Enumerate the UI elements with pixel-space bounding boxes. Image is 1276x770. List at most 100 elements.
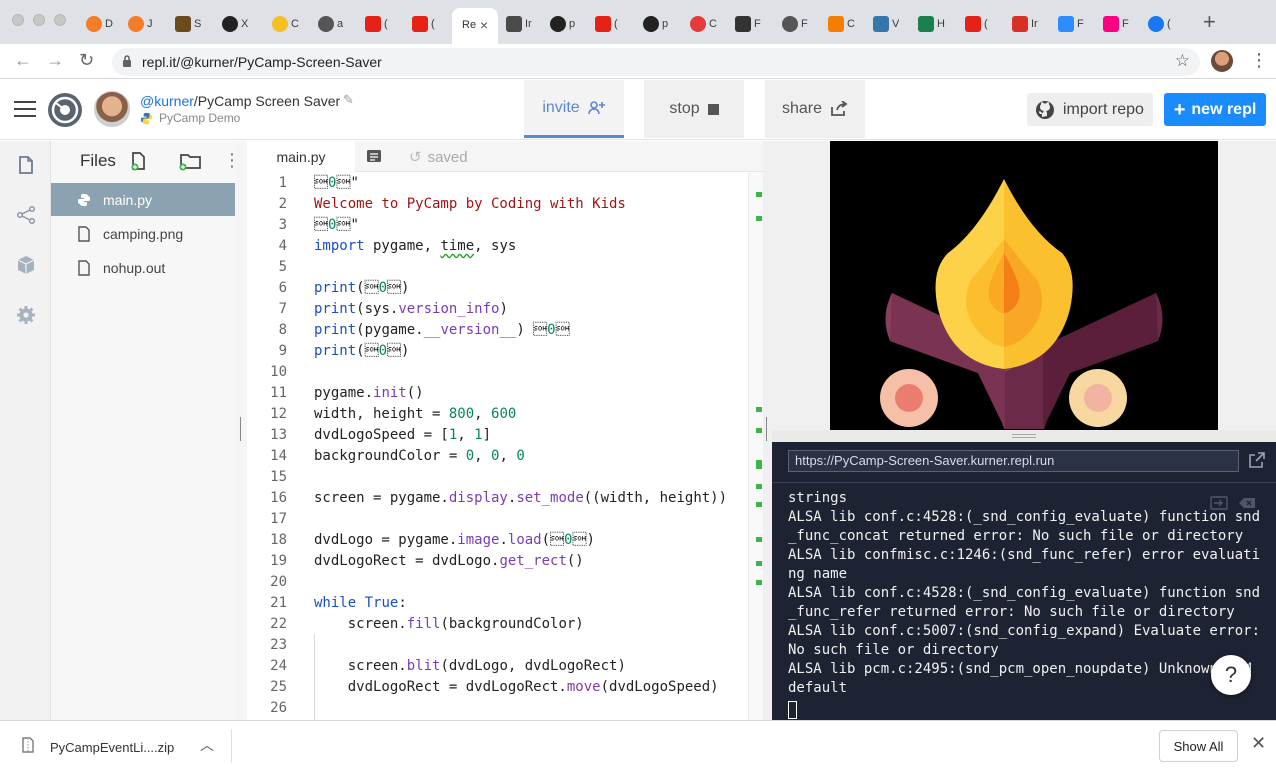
browser-tab[interactable]: F bbox=[782, 12, 808, 36]
edit-pencil-icon[interactable]: ✎ bbox=[343, 92, 354, 108]
browser-tab[interactable]: ( bbox=[595, 12, 618, 36]
browser-tab[interactable]: C bbox=[690, 12, 717, 36]
browser-tab[interactable]: J bbox=[128, 12, 153, 36]
browser-tab[interactable]: H bbox=[918, 12, 945, 36]
file-item-nohup-out[interactable]: nohup.out bbox=[51, 251, 235, 284]
browser-tab[interactable]: ( bbox=[412, 12, 435, 36]
browser-tab[interactable]: S bbox=[175, 12, 201, 36]
editor-output-splitter[interactable] bbox=[763, 141, 772, 720]
new-repl-button[interactable]: + new repl bbox=[1164, 93, 1266, 126]
browser-tab[interactable]: V bbox=[873, 12, 899, 36]
open-external-icon[interactable] bbox=[1248, 451, 1266, 469]
back-arrow-icon[interactable]: ← bbox=[14, 50, 32, 71]
browser-menu-icon[interactable]: ⋮ bbox=[1250, 50, 1268, 71]
file-item-main-py[interactable]: main.py bbox=[51, 183, 235, 216]
new-file-icon[interactable] bbox=[130, 151, 148, 171]
browser-tab[interactable]: a bbox=[318, 12, 343, 36]
repl-url-field[interactable]: https://PyCamp-Screen-Saver.kurner.repl.… bbox=[788, 450, 1239, 472]
code-line[interactable]: pygame.init() bbox=[314, 383, 424, 404]
files-icon[interactable] bbox=[16, 155, 36, 175]
code-line[interactable]: print(pygame.__version__) 0 bbox=[314, 320, 570, 341]
minimize-window-button[interactable] bbox=[33, 14, 45, 26]
repl-name[interactable]: /PyCamp Screen Saver bbox=[194, 93, 340, 109]
browser-tab[interactable]: C bbox=[272, 12, 299, 36]
browser-tab[interactable]: D bbox=[86, 12, 113, 36]
close-tab-icon[interactable]: × bbox=[480, 17, 488, 33]
code-line[interactable]: screen = pygame.display.set_mode((width,… bbox=[314, 488, 727, 509]
profile-avatar[interactable] bbox=[1211, 50, 1233, 72]
browser-tab[interactable]: p bbox=[643, 12, 668, 36]
code-line[interactable]: 0" bbox=[314, 215, 359, 236]
new-folder-icon[interactable] bbox=[178, 151, 202, 171]
browser-tab-label: ( bbox=[431, 18, 435, 30]
files-editor-splitter[interactable] bbox=[235, 141, 247, 720]
download-file-name[interactable]: PyCampEventLi....zip bbox=[50, 740, 174, 755]
console-cursor[interactable] bbox=[788, 701, 797, 719]
code-line[interactable]: dvdLogo = pygame.image.load(0) bbox=[314, 530, 595, 551]
canvas-console-splitter[interactable] bbox=[772, 430, 1276, 442]
code-line[interactable]: print(0) bbox=[314, 278, 409, 299]
code-line[interactable]: width, height = 800, 600 bbox=[314, 404, 516, 425]
editor-overview-ruler[interactable] bbox=[748, 172, 763, 720]
close-icon[interactable]: ✕ bbox=[1251, 733, 1266, 754]
pygame-canvas[interactable] bbox=[830, 141, 1218, 430]
invite-button[interactable]: invite bbox=[524, 80, 624, 138]
code-line[interactable]: print(sys.version_info) bbox=[314, 299, 508, 320]
share-button[interactable]: share bbox=[765, 80, 865, 138]
code-line[interactable]: Welcome to PyCamp by Coding with Kids bbox=[314, 194, 626, 215]
code-line[interactable]: while True: bbox=[314, 593, 407, 614]
github-icon bbox=[550, 16, 566, 32]
browser-tab[interactable]: ( bbox=[365, 12, 388, 36]
browser-tab[interactable]: ( bbox=[1148, 12, 1171, 36]
code-line[interactable]: print(0) bbox=[314, 341, 409, 362]
maximize-window-button[interactable] bbox=[54, 14, 66, 26]
browser-tab[interactable]: X bbox=[222, 12, 248, 36]
replit-logo-icon[interactable] bbox=[48, 93, 82, 127]
show-all-button[interactable]: Show All bbox=[1159, 730, 1238, 762]
code-line[interactable]: dvdLogoRect = dvdLogoRect.move(dvdLogoSp… bbox=[314, 677, 719, 698]
sa-logo-icon bbox=[175, 16, 191, 32]
address-bar[interactable]: repl.it/@kurner/PyCamp-Screen-Saver ☆ bbox=[112, 48, 1200, 76]
browser-tab[interactable]: C bbox=[828, 12, 855, 36]
browser-tab[interactable]: F bbox=[1103, 12, 1129, 36]
code-line[interactable]: screen.fill(backgroundColor) bbox=[314, 614, 584, 635]
browser-tab[interactable]: ( bbox=[965, 12, 988, 36]
browser-tab[interactable]: Ir bbox=[506, 12, 532, 36]
code-line[interactable]: backgroundColor = 0, 0, 0 bbox=[314, 446, 525, 467]
hamburger-menu-icon[interactable] bbox=[14, 101, 36, 119]
reload-icon[interactable]: ↻ bbox=[79, 50, 94, 71]
user-avatar[interactable] bbox=[94, 91, 130, 127]
code-line[interactable]: 0" bbox=[314, 173, 359, 194]
chevron-up-icon[interactable]: ︿ bbox=[200, 735, 214, 755]
browser-tab[interactable]: F bbox=[1058, 12, 1084, 36]
code-line[interactable]: dvdLogoRect = dvdLogo.get_rect() bbox=[314, 551, 584, 572]
packages-cube-icon[interactable] bbox=[16, 255, 36, 275]
browser-tab[interactable]: Ir bbox=[1012, 12, 1038, 36]
line-number: 9 bbox=[278, 343, 287, 359]
code-line[interactable]: dvdLogoSpeed = [1, 1] bbox=[314, 425, 491, 446]
code-line[interactable]: screen.blit(dvdLogo, dvdLogoRect) bbox=[314, 656, 626, 677]
forward-arrow-icon[interactable]: → bbox=[46, 50, 64, 71]
browser-tab[interactable]: F bbox=[735, 12, 761, 36]
line-number: 3 bbox=[278, 217, 287, 233]
editor-tab-main-py[interactable]: main.py bbox=[247, 141, 355, 172]
browser-tab[interactable]: p bbox=[550, 12, 575, 36]
browser-tab-active[interactable]: Re × bbox=[452, 8, 498, 44]
document-icon[interactable] bbox=[366, 149, 382, 163]
version-control-icon[interactable] bbox=[16, 205, 36, 225]
code-area[interactable]: 1 0" 2 Welcome to PyCamp by Coding with K… bbox=[247, 172, 747, 720]
bookmark-star-icon[interactable]: ☆ bbox=[1175, 51, 1190, 71]
code-line[interactable]: import pygame, time, sys bbox=[314, 236, 516, 257]
import-repo-button[interactable]: import repo bbox=[1027, 93, 1153, 126]
github-icon bbox=[1036, 100, 1054, 119]
stop-button[interactable]: stop bbox=[644, 80, 744, 138]
settings-gear-icon[interactable] bbox=[16, 305, 36, 325]
document-icon bbox=[506, 16, 522, 32]
file-item-camping-png[interactable]: camping.png bbox=[51, 217, 235, 250]
help-button[interactable]: ? bbox=[1211, 655, 1251, 695]
new-tab-button[interactable]: + bbox=[1203, 11, 1216, 33]
repl-owner-link[interactable]: @kurner bbox=[140, 93, 194, 109]
line-number: 2 bbox=[278, 196, 287, 212]
close-window-button[interactable] bbox=[12, 14, 24, 26]
repl-title: @kurner/PyCamp Screen Saver bbox=[140, 93, 340, 109]
